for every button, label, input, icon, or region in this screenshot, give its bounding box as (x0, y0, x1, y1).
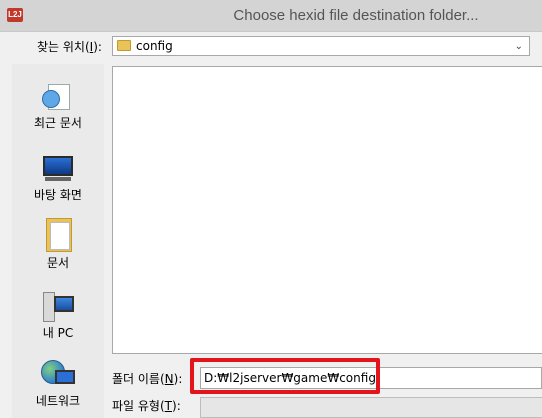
place-desktop[interactable]: 바탕 화면 (12, 154, 104, 202)
title-bar: L2J Choose hexid file destination folder… (0, 0, 542, 32)
window-title: Choose hexid file destination folder... (233, 7, 479, 24)
chevron-down-icon[interactable]: ⌄ (515, 39, 523, 55)
place-recent-documents[interactable]: 최근 문서 (12, 82, 104, 130)
file-list[interactable] (112, 66, 542, 354)
places-bar: 최근 문서 바탕 화면 문서 내 PC 네트워크 (12, 64, 104, 418)
place-label: 최근 문서 (34, 116, 82, 130)
desktop-icon (41, 154, 75, 184)
place-label: 바탕 화면 (34, 188, 82, 202)
recent-documents-icon (42, 82, 74, 112)
app-icon: L2J (7, 8, 23, 22)
documents-icon (44, 218, 72, 252)
my-pc-icon (41, 292, 75, 322)
look-in-value: config (136, 39, 173, 53)
look-in-label: 찾는 위치(I): (37, 40, 102, 54)
place-label: 네트워크 (35, 394, 81, 408)
folder-name-value: D:₩l2jserver₩game₩config (204, 371, 376, 385)
place-my-pc[interactable]: 내 PC (12, 292, 104, 340)
folder-name-label: 폴더 이름(N): (112, 372, 183, 386)
place-documents[interactable]: 문서 (12, 218, 104, 270)
place-network[interactable]: 네트워크 (12, 360, 104, 408)
place-label: 문서 (46, 256, 70, 270)
folder-name-input[interactable]: D:₩l2jserver₩game₩config (200, 367, 542, 389)
network-icon (41, 360, 75, 390)
file-type-label: 파일 유형(T): (112, 399, 181, 413)
folder-icon (117, 40, 131, 51)
look-in-dropdown[interactable]: config ⌄ (112, 36, 530, 56)
place-label: 내 PC (42, 326, 74, 340)
file-type-dropdown[interactable] (200, 397, 542, 418)
